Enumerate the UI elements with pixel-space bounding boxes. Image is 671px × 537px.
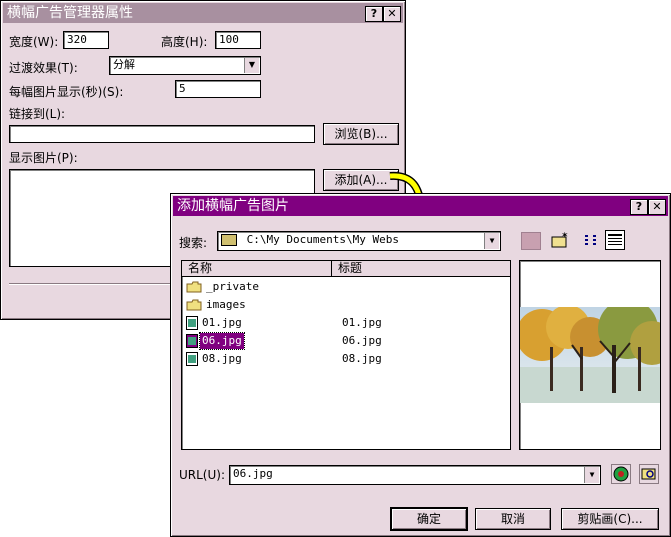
images-label: 显示图片(P): [9,151,78,165]
list-item[interactable]: _private [186,279,261,295]
list-view-icon[interactable] [583,232,601,248]
folder-icon [186,299,202,311]
close-button[interactable]: ✕ [383,6,401,22]
new-folder-icon[interactable]: ✶ [551,231,569,248]
dialog2-titlebar[interactable]: 添加横幅广告图片 ? ✕ [173,196,668,216]
image-file-icon [186,352,198,366]
list-item-selected[interactable]: 06.jpg 06.jpg [186,332,506,350]
dropdown-arrow-icon[interactable]: ▼ [484,233,499,249]
height-label: 高度(H): [161,35,208,49]
preview-image [520,307,660,403]
dialog2-title: 添加横幅广告图片 [177,198,289,214]
image-file-icon [186,334,198,348]
help-button[interactable]: ? [365,6,383,22]
list-item[interactable]: 08.jpg 08.jpg [186,351,506,367]
folder-icon [186,281,202,293]
list-item-title: 01.jpg [342,316,382,329]
transition-select[interactable]: 分解 ▼ [109,56,261,75]
list-item[interactable]: images [186,297,248,313]
clipart-button[interactable]: 剪贴画(C)... [561,508,659,530]
transition-label: 过渡效果(T): [9,61,78,75]
ok-button[interactable]: 确定 [390,507,468,531]
url-label: URL(U): [179,468,225,482]
up-folder-icon[interactable] [521,232,541,250]
dropdown-arrow-icon[interactable]: ▼ [584,467,599,483]
image-file-icon [186,316,198,330]
width-label: 宽度(W): [9,35,59,49]
add-banner-image-dialog: 添加横幅广告图片 ? ✕ 搜索: C:\My Documents\My Webs… [170,193,671,537]
help-button[interactable]: ? [630,199,648,215]
file-browse-icon[interactable] [639,464,659,484]
width-input[interactable]: 320 [63,31,109,49]
drive-icon [221,234,237,246]
url-input[interactable]: 06.jpg ▼ [229,465,601,485]
list-item-title: 06.jpg [342,334,382,347]
details-view-icon[interactable] [605,230,625,250]
browse-button[interactable]: 浏览(B)... [323,123,399,145]
file-list[interactable]: 名称 标题 _private images 01.jpg 01.jpg 06.j… [181,260,511,450]
dropdown-arrow-icon[interactable]: ▼ [244,58,259,73]
height-input[interactable]: 100 [215,31,261,49]
cancel-button[interactable]: 取消 [475,508,551,530]
path-value: C:\My Documents\My Webs [246,233,399,246]
list-item-title: 08.jpg [342,352,382,365]
search-label: 搜索: [179,236,208,250]
link-label: 链接到(L): [9,107,66,121]
transition-value: 分解 [113,58,135,71]
dialog1-title: 横幅广告管理器属性 [7,5,133,21]
column-header-name[interactable]: 名称 [182,261,332,277]
dialog1-titlebar[interactable]: 横幅广告管理器属性 ? ✕ [3,3,403,23]
image-preview-pane [519,260,661,450]
url-value: 06.jpg [233,467,273,480]
column-header-title[interactable]: 标题 [332,261,510,277]
svg-text:✶: ✶ [561,232,569,241]
link-input[interactable] [9,125,315,143]
list-item[interactable]: 01.jpg 01.jpg [186,315,506,331]
path-select[interactable]: C:\My Documents\My Webs ▼ [217,231,501,251]
close-button[interactable]: ✕ [648,199,666,215]
seconds-label: 每幅图片显示(秒)(S): [9,85,124,99]
web-browse-icon[interactable] [611,464,631,484]
seconds-input[interactable]: 5 [175,80,261,98]
